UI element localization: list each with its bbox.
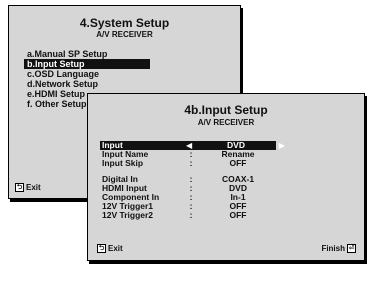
input-setup-subtitle: A/V RECEIVER — [197, 118, 255, 127]
menu-item-osd-language[interactable]: c.OSD Language — [24, 69, 150, 79]
setting-label: 12V Trigger2 — [102, 210, 154, 220]
input-setup-exit-button[interactable]: ⮌ Exit — [97, 244, 123, 253]
setting-value: OFF — [229, 158, 247, 168]
exit-label: Exit — [26, 183, 41, 192]
system-setup-subtitle: A/V RECEIVER — [96, 30, 153, 39]
setting-colon: : — [189, 158, 193, 168]
setting-row-input-skip[interactable]: Input Skip : OFF — [100, 159, 356, 168]
menu-item-manual-sp-setup[interactable]: a.Manual SP Setup — [24, 49, 150, 59]
input-setup-settings: Input : ◀ DVD ▶ Input Name : Rename Inpu… — [100, 141, 356, 220]
left-arrow-icon[interactable]: ◀ — [186, 141, 192, 150]
return-key-icon: ⮌ — [15, 183, 24, 192]
input-setup-title: 4b.Input Setup — [184, 103, 268, 117]
return-key-icon: ⮌ — [97, 244, 106, 253]
input-setup-panel: 4b.Input Setup A/V RECEIVER Input : ◀ DV… — [87, 93, 365, 261]
right-arrow-icon[interactable]: ▶ — [279, 141, 285, 150]
system-setup-exit-button[interactable]: ⮌ Exit — [15, 183, 41, 192]
menu-item-input-setup[interactable]: b.Input Setup — [24, 59, 150, 69]
menu-item-network-setup[interactable]: d.Network Setup — [24, 79, 150, 89]
setting-label: Input Skip — [102, 158, 144, 168]
enter-key-icon: ⏎ — [347, 244, 356, 253]
setting-colon: : — [189, 210, 193, 220]
setting-row-12v-trigger2[interactable]: 12V Trigger2 : OFF — [100, 211, 356, 220]
system-setup-title: 4.System Setup — [79, 16, 170, 30]
finish-label: Finish — [321, 244, 345, 253]
exit-label: Exit — [108, 244, 123, 253]
finish-button[interactable]: Finish ⏎ — [321, 244, 356, 253]
setting-value: OFF — [229, 210, 247, 220]
